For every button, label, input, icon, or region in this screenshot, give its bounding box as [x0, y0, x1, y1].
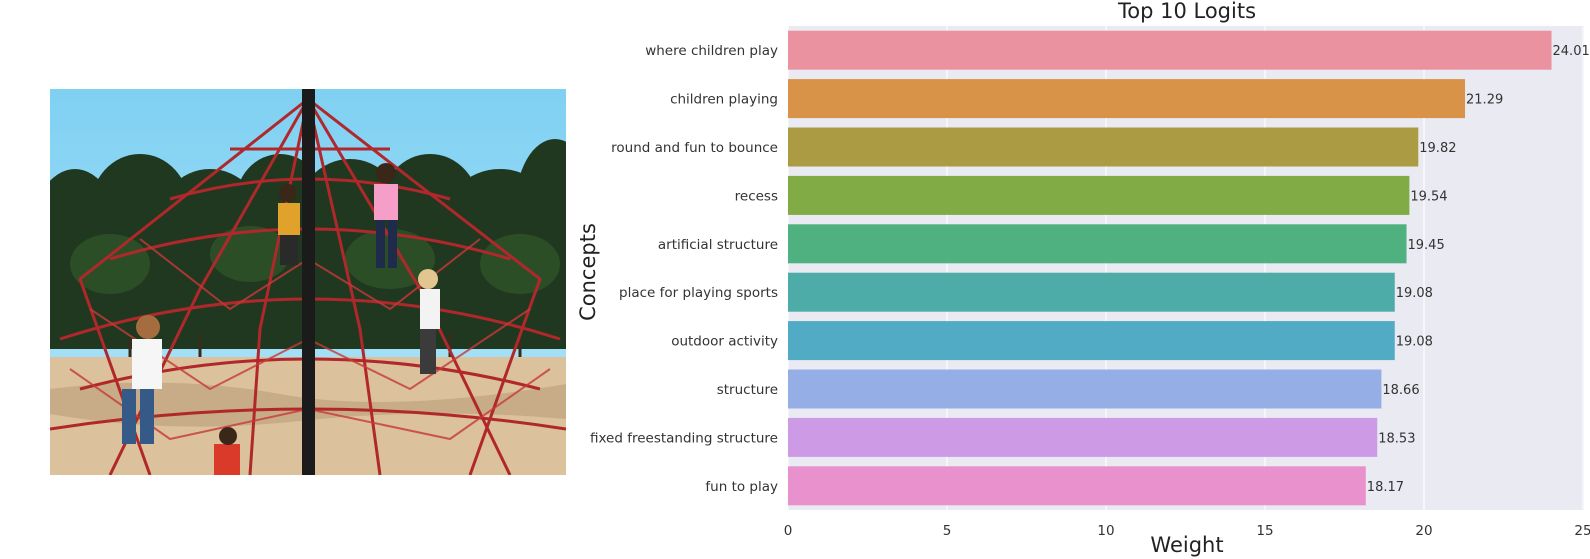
x-tick-label: 15: [1256, 523, 1273, 539]
bar: [788, 224, 1407, 264]
bar-value-label: 18.66: [1382, 383, 1419, 398]
bar-value-label: 21.29: [1466, 93, 1503, 108]
bar: [788, 417, 1378, 457]
y-tick-labels: where children play children playing round…: [590, 43, 778, 495]
bar: [788, 272, 1395, 312]
bar-value-label: 18.17: [1367, 480, 1404, 495]
y-tick-label: structure: [717, 382, 778, 398]
x-tick-label: 5: [943, 523, 952, 539]
bar-value-label: 19.45: [1408, 238, 1445, 253]
y-tick-label: children playing: [670, 92, 778, 108]
bar: [788, 175, 1410, 215]
x-tick-label: 25: [1574, 523, 1590, 539]
bar: [788, 79, 1466, 119]
bar: [788, 30, 1552, 70]
bar: [788, 466, 1366, 506]
bar-value-label: 19.08: [1396, 286, 1433, 301]
bar: [788, 127, 1419, 167]
y-tick-label: where children play: [645, 43, 778, 59]
x-axis-title: Weight: [1150, 533, 1223, 557]
x-tick-label: 10: [1097, 523, 1114, 539]
y-tick-label: artificial structure: [658, 237, 778, 253]
y-tick-label: fun to play: [705, 479, 778, 495]
bar: [788, 321, 1395, 361]
bar-value-label: 19.08: [1396, 335, 1433, 350]
bar-value-label: 24.01: [1553, 44, 1590, 59]
y-tick-label: recess: [735, 188, 778, 204]
y-tick-label: place for playing sports: [619, 285, 778, 301]
bar-chart: Top 10 Logits where children play childre…: [576, 0, 1590, 557]
y-tick-label: round and fun to bounce: [611, 140, 778, 156]
bar-value-label: 18.53: [1378, 431, 1415, 446]
y-axis-title: Concepts: [576, 223, 600, 321]
bar: [788, 369, 1382, 409]
bar-value-label: 19.82: [1419, 141, 1456, 156]
chart-title: Top 10 Logits: [1117, 0, 1256, 23]
x-tick-label: 20: [1415, 523, 1432, 539]
x-tick-label: 0: [784, 523, 793, 539]
bar-value-label: 19.54: [1410, 189, 1447, 204]
y-tick-label: fixed freestanding structure: [590, 430, 778, 446]
y-tick-label: outdoor activity: [671, 334, 778, 350]
